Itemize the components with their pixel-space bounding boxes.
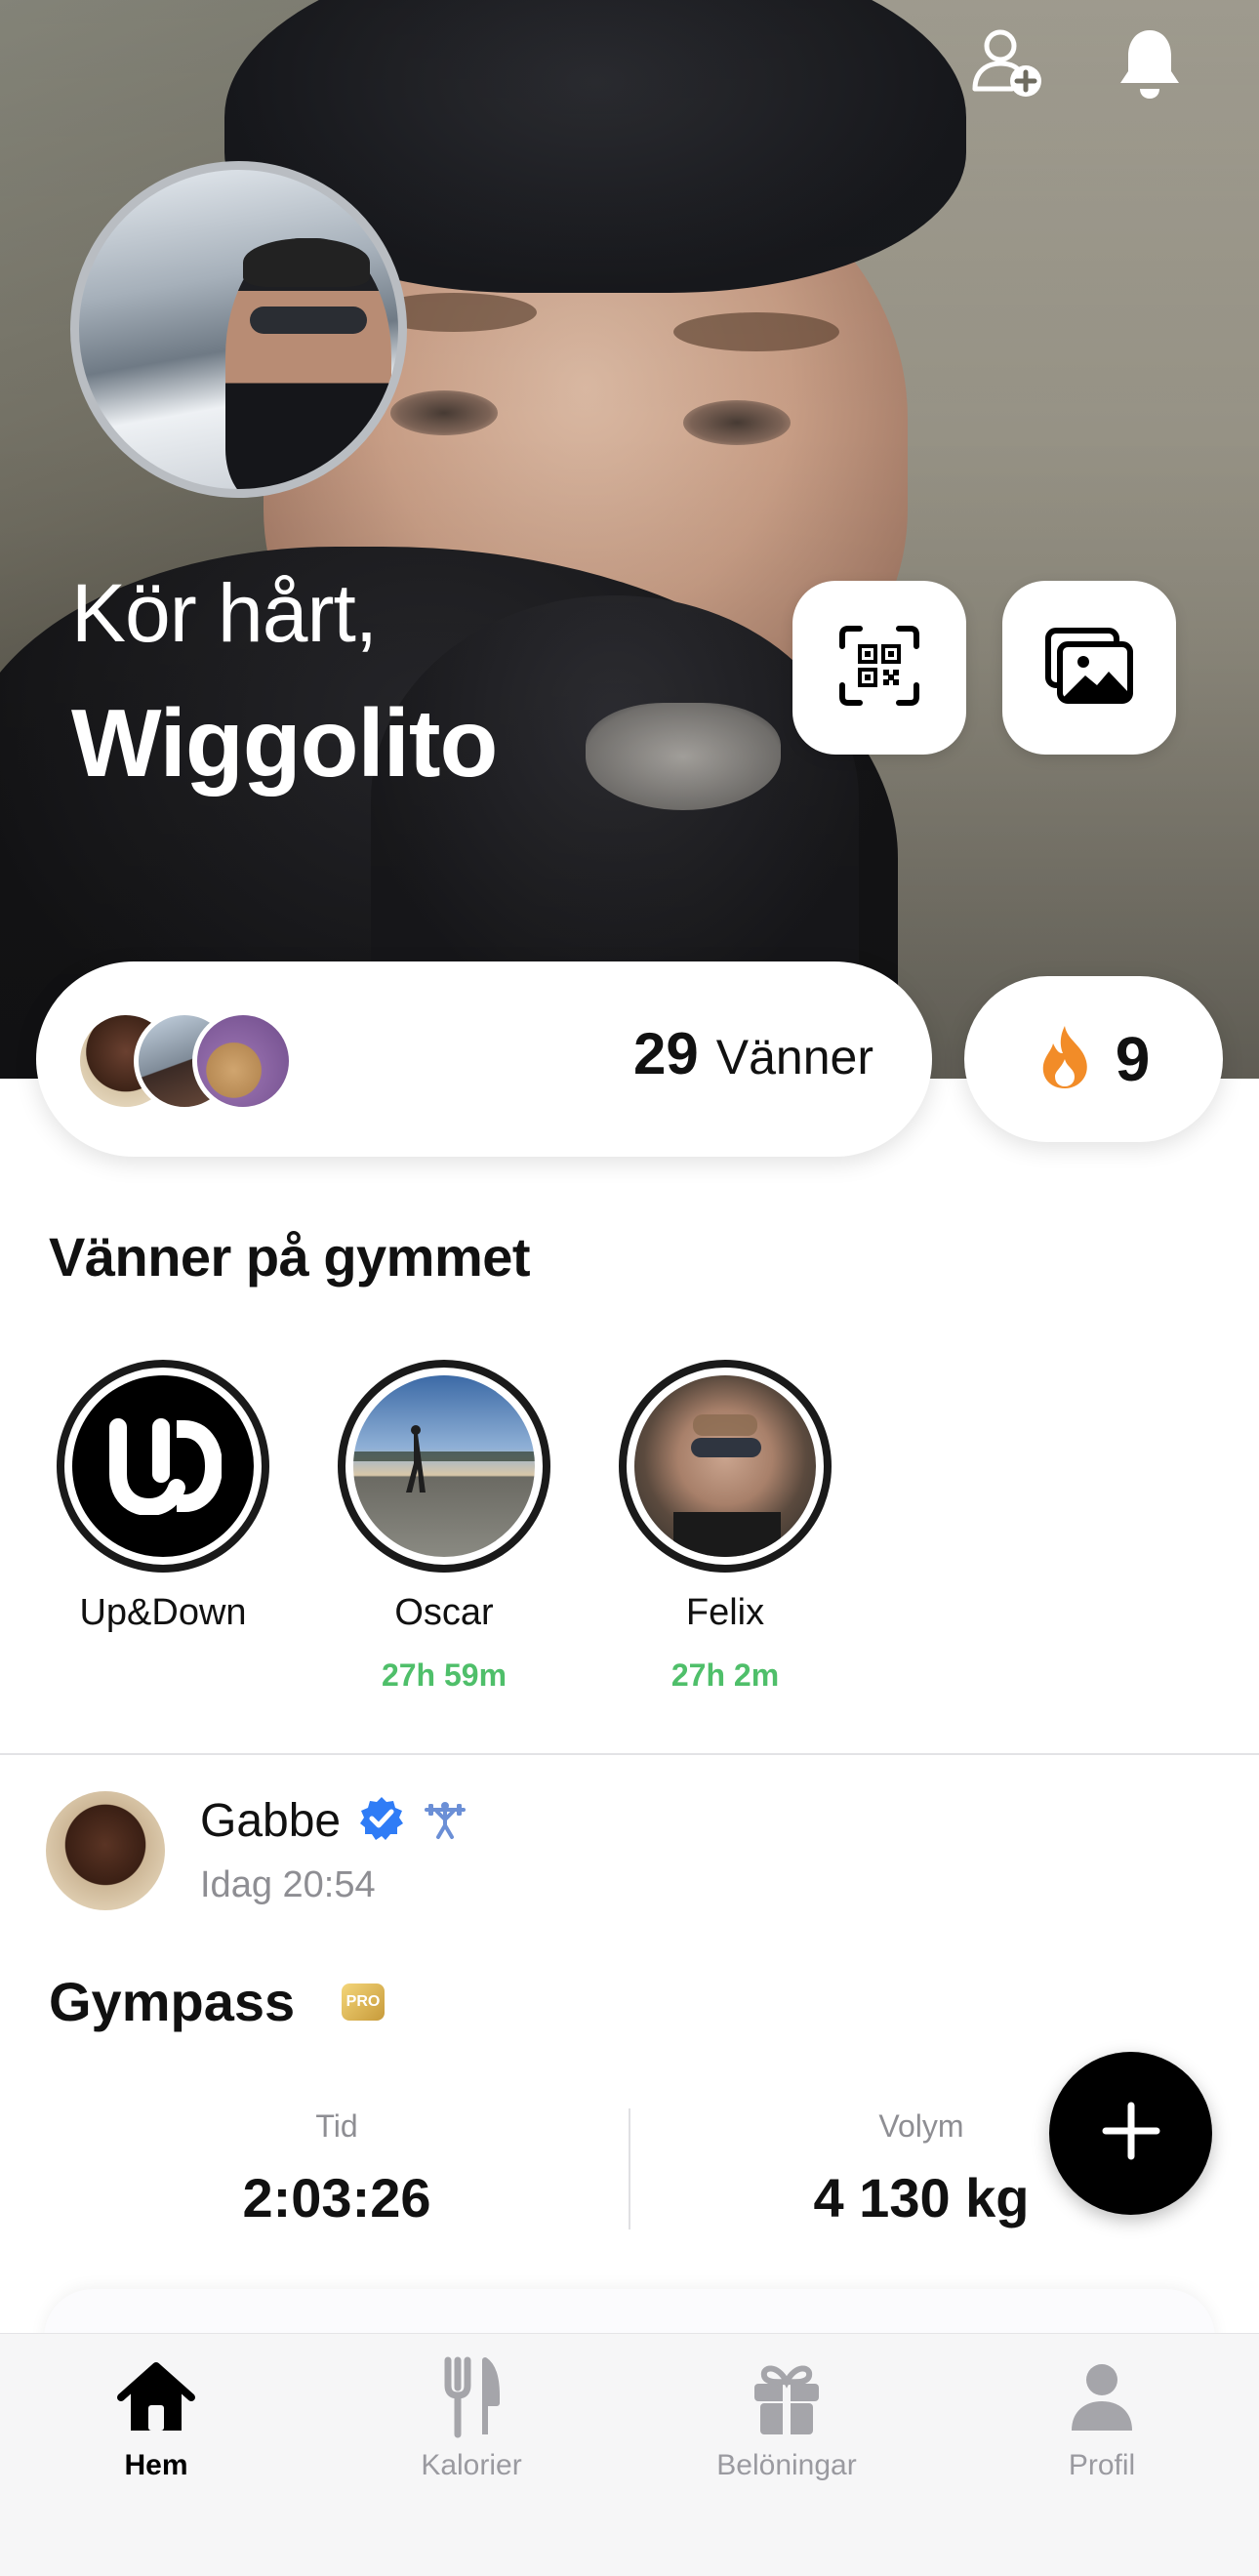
fork-knife-icon xyxy=(354,2353,589,2441)
gym-friends-title: Vänner på gymmet xyxy=(49,1226,531,1288)
story-name: Oscar xyxy=(394,1592,494,1633)
stat-value: 2:03:26 xyxy=(242,2167,431,2228)
pro-badge: PRO xyxy=(342,1983,385,2021)
tab-home[interactable]: Hem xyxy=(39,2353,273,2482)
hero-cover-photo xyxy=(0,0,1259,1079)
tab-profile[interactable]: Profil xyxy=(985,2353,1219,2482)
flame-icon xyxy=(1037,1024,1092,1095)
story-ring xyxy=(619,1360,832,1573)
story-item-oscar[interactable]: Oscar 27h 59m xyxy=(337,1360,551,1694)
story-time: 27h 59m xyxy=(381,1657,508,1693)
post-username[interactable]: Gabbe xyxy=(200,1794,341,1848)
tab-label: Profil xyxy=(1068,2449,1136,2481)
friends-label: Vänner xyxy=(715,1030,873,1084)
story-name: Up&Down xyxy=(79,1592,247,1633)
stat-duration: Tid 2:03:26 xyxy=(142,2108,532,2229)
gift-icon xyxy=(670,2353,904,2441)
stat-value: 4 130 kg xyxy=(813,2167,1030,2228)
username-text: Wiggolito xyxy=(71,689,498,797)
gallery-icon xyxy=(1044,627,1134,710)
section-divider xyxy=(0,1753,1259,1755)
tab-label: Belöningar xyxy=(716,2449,857,2481)
person-icon xyxy=(985,2353,1219,2441)
hero-shade xyxy=(0,0,1259,1079)
verified-icon xyxy=(358,1795,405,1847)
story-ring xyxy=(338,1360,550,1573)
streak-count: 9 xyxy=(1115,1024,1151,1094)
avatar-glasses xyxy=(250,307,367,334)
stat-divider xyxy=(629,2108,630,2229)
weightlifting-icon xyxy=(423,1796,467,1846)
tab-label: Kalorier xyxy=(421,2449,522,2481)
story-item-felix[interactable]: Felix 27h 2m xyxy=(618,1360,833,1694)
friends-summary-button[interactable]: 29 Vänner xyxy=(36,961,932,1157)
story-photo xyxy=(634,1375,816,1557)
tab-calories[interactable]: Kalorier xyxy=(354,2353,589,2482)
story-name: Felix xyxy=(685,1592,765,1633)
add-friend-icon[interactable] xyxy=(966,21,1050,105)
plus-icon xyxy=(1100,2100,1162,2167)
gallery-button[interactable] xyxy=(1002,581,1176,755)
qr-scan-icon xyxy=(838,625,920,712)
workout-title: Gympass xyxy=(49,1971,296,2032)
story-ring xyxy=(57,1360,269,1573)
friends-count: 29 xyxy=(633,1021,699,1086)
profile-avatar[interactable] xyxy=(70,161,407,498)
home-icon xyxy=(39,2353,273,2441)
updown-logo-icon xyxy=(72,1375,254,1557)
post-timestamp: Idag 20:54 xyxy=(200,1864,376,1905)
greeting-text: Kör hårt, xyxy=(71,567,378,659)
friend-avatar xyxy=(192,1010,294,1112)
bell-icon[interactable] xyxy=(1108,21,1192,105)
story-time: 27h 2m xyxy=(670,1657,780,1693)
story-photo xyxy=(353,1375,535,1557)
story-item-updown[interactable]: Up&Down xyxy=(56,1360,270,1634)
streak-button[interactable]: 9 xyxy=(964,976,1223,1142)
tab-bar: Hem Kalorier Belöningar Profil xyxy=(0,2333,1259,2576)
tab-label: Hem xyxy=(124,2449,188,2481)
post-avatar[interactable] xyxy=(46,1791,165,1910)
add-button[interactable] xyxy=(1049,2052,1212,2215)
qr-scan-button[interactable] xyxy=(792,581,966,755)
tab-rewards[interactable]: Belöningar xyxy=(670,2353,904,2482)
avatar-cap xyxy=(243,238,370,287)
stat-label: Tid xyxy=(315,2108,358,2144)
